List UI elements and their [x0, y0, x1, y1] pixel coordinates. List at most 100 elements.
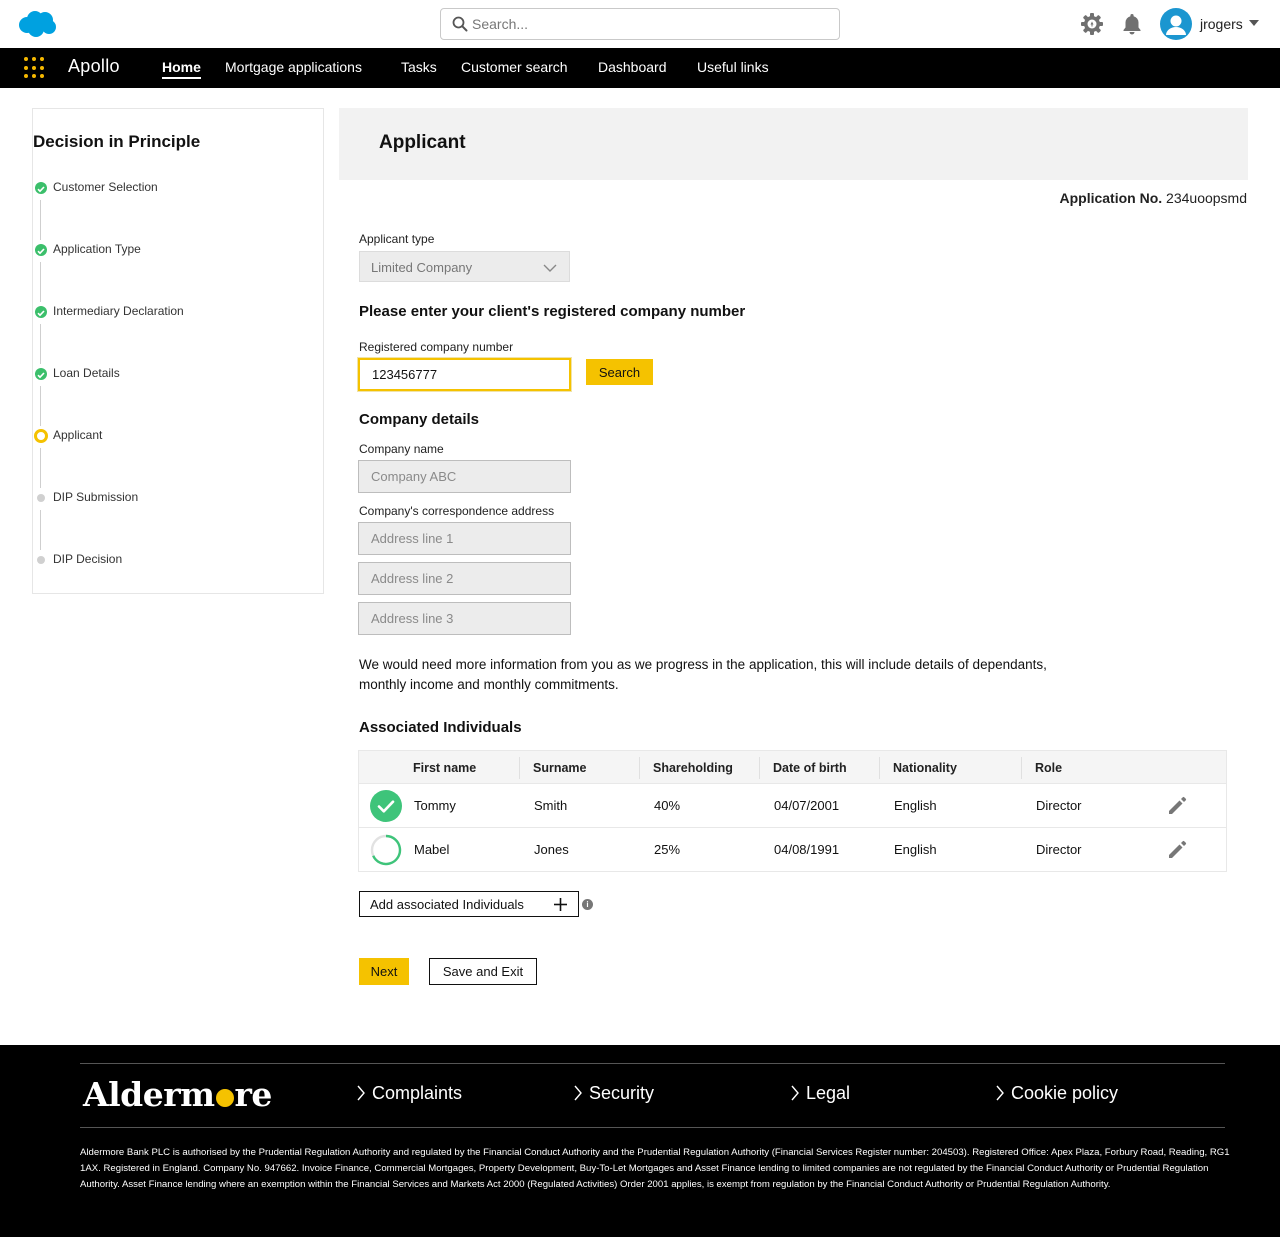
address-line-3-input[interactable] [358, 602, 571, 635]
chevron-right-icon [357, 1085, 365, 1101]
step-label: DIP Decision [53, 552, 123, 566]
step-dip-submission[interactable]: DIP Submission [33, 488, 313, 508]
nav-item-tasks[interactable]: Tasks [401, 59, 437, 75]
chevron-right-icon [791, 1085, 799, 1101]
applicant-type-value: Limited Company [371, 260, 473, 275]
brand-yellow-dot [215, 1089, 234, 1107]
footer-link-legal[interactable]: Legal [790, 1083, 850, 1104]
column-header-surname[interactable]: Surname [533, 761, 587, 775]
step-applicant[interactable]: Applicant [33, 426, 313, 446]
global-header: jrogers [0, 0, 1280, 48]
site-footer: Alderm re Complaints Security Legal Cooki… [0, 1045, 1280, 1237]
chevron-right-icon [574, 1085, 582, 1101]
edit-pencil-icon[interactable] [1166, 795, 1188, 817]
company-search-button[interactable]: Search [586, 359, 653, 385]
chevron-down-icon [543, 264, 557, 272]
step-pending-icon [37, 556, 45, 564]
cell-shareholding: 40% [654, 798, 681, 813]
column-divider [639, 757, 640, 779]
aldermore-logo[interactable]: Alderm re [83, 1075, 272, 1114]
nav-item-home[interactable]: Home [162, 59, 201, 79]
step-label: Applicant [53, 428, 103, 442]
step-complete-icon [35, 182, 47, 194]
step-complete-icon [35, 306, 47, 318]
notification-bell-icon[interactable] [1120, 12, 1144, 36]
cell-first-name: Mabel [414, 842, 450, 857]
column-divider [519, 757, 520, 779]
table-row[interactable]: Tommy Smith 40% 04/07/2001 English Direc… [359, 783, 1226, 827]
column-header-role[interactable]: Role [1035, 761, 1062, 775]
associated-individuals-heading: Associated Individuals [359, 719, 522, 736]
add-button-label: Add associated Individuals [370, 897, 524, 912]
step-connector [40, 262, 41, 302]
column-header-first-name[interactable]: First name [413, 761, 476, 775]
column-header-nationality[interactable]: Nationality [893, 761, 957, 775]
search-icon [452, 16, 468, 32]
step-label: DIP Submission [53, 490, 139, 504]
step-application-type[interactable]: Application Type [33, 240, 313, 260]
company-details-heading: Company details [359, 411, 480, 428]
settings-gear-icon[interactable] [1080, 12, 1104, 36]
footer-link-label: Legal [806, 1083, 851, 1103]
nav-item-dashboard[interactable]: Dashboard [598, 59, 667, 75]
nav-item-customer-search[interactable]: Customer search [461, 59, 568, 75]
chevron-right-icon [996, 1085, 1004, 1101]
cell-nationality: English [894, 798, 937, 813]
footer-link-complaints[interactable]: Complaints [356, 1083, 462, 1104]
next-button[interactable]: Next [359, 958, 409, 985]
column-divider [759, 757, 760, 779]
user-menu-caret-icon[interactable] [1249, 20, 1259, 26]
info-icon[interactable]: i [582, 899, 593, 910]
step-dip-decision[interactable]: DIP Decision [33, 550, 313, 570]
step-customer-selection[interactable]: Customer Selection [33, 178, 313, 198]
footer-link-cookie-policy[interactable]: Cookie policy [995, 1083, 1118, 1104]
step-loan-details[interactable]: Loan Details [33, 364, 313, 384]
app-launcher-icon[interactable] [24, 57, 46, 79]
footer-divider [80, 1063, 1225, 1064]
cell-surname: Jones [534, 842, 569, 857]
step-connector [40, 324, 41, 364]
username-label[interactable]: jrogers [1200, 16, 1243, 32]
progress-sidebar: Decision in Principle Customer Selection… [32, 108, 324, 594]
cell-role: Director [1036, 842, 1082, 857]
footer-link-label: Cookie policy [1011, 1083, 1119, 1103]
search-input[interactable] [472, 9, 832, 39]
user-avatar[interactable] [1160, 8, 1192, 40]
step-intermediary-declaration[interactable]: Intermediary Declaration [33, 302, 313, 322]
step-label: Loan Details [53, 366, 120, 380]
company-number-input[interactable] [358, 358, 571, 391]
company-number-label: Registered company number [359, 340, 514, 354]
table-row[interactable]: Mabel Jones 25% 04/08/1991 English Direc… [359, 827, 1226, 871]
application-number: Application No. 234uoopsmd [1059, 190, 1247, 206]
step-label: Application Type [53, 242, 141, 256]
plus-icon [554, 898, 567, 911]
column-header-shareholding[interactable]: Shareholding [653, 761, 733, 775]
complete-check-icon [370, 790, 402, 822]
salesforce-logo[interactable] [16, 10, 58, 38]
address-line-2-input[interactable] [358, 562, 571, 595]
add-associated-individuals-button[interactable]: Add associated Individuals [359, 891, 579, 917]
brand-text-start: Alderm [83, 1075, 215, 1114]
step-label: Customer Selection [53, 180, 158, 194]
edit-pencil-icon[interactable] [1166, 839, 1188, 861]
applicant-type-select[interactable]: Limited Company [359, 251, 570, 282]
cell-surname: Smith [534, 798, 568, 813]
step-connector [40, 510, 41, 550]
address-line-1-input[interactable] [358, 522, 571, 555]
step-connector [40, 448, 41, 488]
save-and-exit-button[interactable]: Save and Exit [429, 958, 537, 985]
global-search[interactable] [440, 8, 840, 40]
cell-date-of-birth: 04/08/1991 [774, 842, 840, 857]
step-pending-icon [37, 494, 45, 502]
applicant-type-label: Applicant type [359, 232, 435, 246]
application-number-label: Application No. [1059, 190, 1163, 206]
company-name-input[interactable] [358, 460, 571, 493]
nav-item-useful-links[interactable]: Useful links [697, 59, 769, 75]
step-label: Intermediary Declaration [53, 304, 184, 318]
app-navigation-bar: Apollo Home Mortgage applications Tasks … [0, 48, 1280, 88]
app-name: Apollo [68, 56, 120, 76]
cell-role: Director [1036, 798, 1082, 813]
column-header-date-of-birth[interactable]: Date of birth [773, 761, 847, 775]
footer-link-security[interactable]: Security [573, 1083, 654, 1104]
nav-item-mortgage-applications[interactable]: Mortgage applications [225, 59, 362, 75]
